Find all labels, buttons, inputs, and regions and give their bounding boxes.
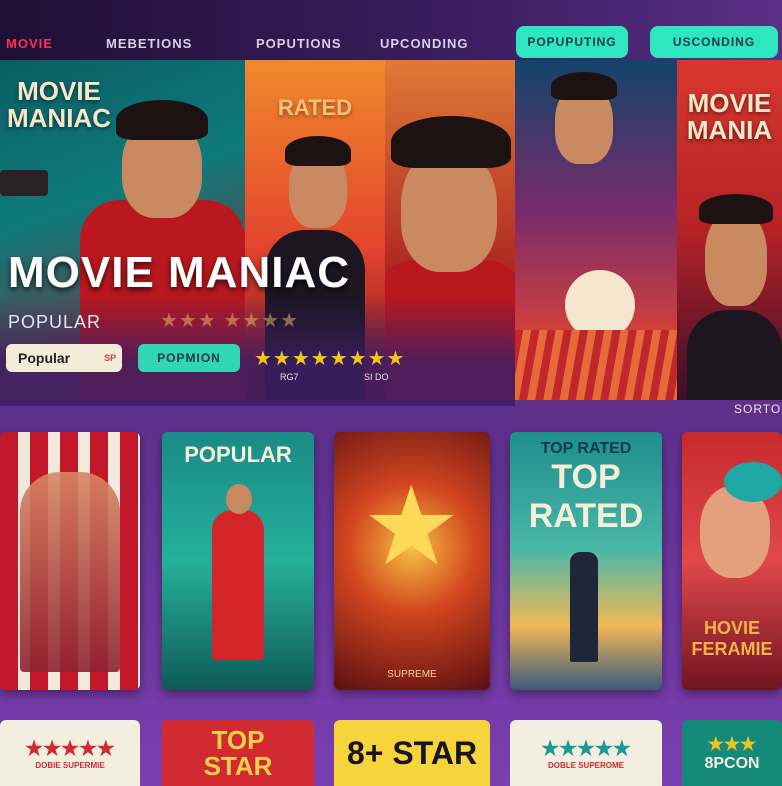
popular-button[interactable]: Popular SP — [6, 344, 122, 372]
bottom-card-3[interactable]: 8+ STAR — [334, 720, 490, 786]
hero-caption-right: SI DO — [364, 372, 389, 382]
character-face — [705, 210, 767, 306]
faint-rating-stars: ★★★ ★★★★ — [160, 310, 300, 332]
bottom-caption: DOBLE SUPEROME — [547, 761, 624, 770]
bottom-title: 8PCON — [704, 754, 760, 772]
road-rays — [515, 330, 677, 400]
popular-button-extra: SP — [104, 353, 117, 363]
hero-main-title: MOVIE MANIAC — [8, 248, 350, 297]
hero-caption-left: RG7 — [280, 372, 299, 382]
poster-face — [226, 484, 252, 514]
nav-item-poputions[interactable]: POPUTIONS — [256, 36, 342, 51]
rating-stars: ★★★ — [707, 733, 757, 754]
popmion-button[interactable]: POPMION — [138, 344, 240, 372]
nav-item-mebetions[interactable]: MEBETIONS — [106, 36, 192, 51]
character-hair — [391, 116, 511, 168]
card-subtitle: TOP RATED — [540, 440, 632, 457]
bottom-card-4[interactable]: ★★★★★ DOBLE SUPEROME — [510, 720, 662, 786]
poster-hair — [724, 462, 782, 502]
movie-card-3[interactable]: ★ SUPREME — [334, 432, 490, 690]
bottom-card-1[interactable]: ★★★★★ DOBIE SUPERMIE — [0, 720, 140, 786]
nav-item-upconding[interactable]: UPCONDING — [380, 36, 468, 51]
poster-title: RATED — [277, 95, 353, 120]
poster-title: MOVIE MANIA — [686, 88, 773, 146]
tab-popuputing[interactable]: POPUPUTING — [516, 26, 628, 58]
poster-figure — [212, 510, 264, 660]
card-caption: SUPREME — [387, 669, 437, 680]
card-title: TOP RATED — [528, 458, 644, 535]
top-navbar: MOVIE MEBETIONS POPUTIONS UPCONDING POPU… — [0, 0, 782, 60]
bottom-caption: DOBIE SUPERMIE — [35, 761, 105, 770]
bottom-card-5[interactable]: ★★★ 8PCON — [682, 720, 782, 786]
poster-figures — [20, 472, 120, 672]
character-hair — [699, 194, 773, 224]
rating-stars: ★★★★★ — [541, 738, 631, 760]
bottom-card-2[interactable]: TOP STAR — [162, 720, 314, 786]
sort-label[interactable]: SORTO — [734, 402, 781, 416]
character-hair — [285, 136, 351, 166]
character-hair — [116, 100, 208, 140]
card-title: POPULAR — [184, 442, 292, 467]
bottom-title: TOP STAR — [203, 725, 273, 781]
star-icon: ★ — [362, 465, 461, 588]
gun-icon — [0, 170, 48, 196]
rating-stars: ★★★★★★★★ — [254, 348, 406, 370]
movie-card-1[interactable] — [0, 432, 140, 690]
tab-usconding[interactable]: USCONDING — [650, 26, 778, 58]
poster-title: MOVIE MANIAC — [7, 76, 111, 134]
hero-poster-5[interactable]: MOVIE MANIA — [677, 60, 782, 400]
bottom-title: 8+ STAR — [346, 734, 478, 771]
character-figure — [687, 310, 782, 400]
movie-card-4[interactable]: TOP RATED TOP RATED — [510, 432, 662, 690]
card-title: HOVIE FERAMIE — [691, 618, 773, 659]
poster-figure — [570, 552, 598, 662]
rating-stars: ★★★★★ — [25, 738, 115, 760]
nav-brand[interactable]: MOVIE — [6, 36, 53, 51]
movie-card-5[interactable]: HOVIE FERAMIE — [682, 432, 782, 690]
character-hair — [551, 72, 617, 100]
hero-poster-4[interactable] — [515, 60, 677, 400]
popular-button-label: Popular — [18, 350, 71, 366]
movie-card-2[interactable]: POPULAR — [162, 432, 314, 690]
hero-sub-label: POPULAR — [8, 312, 102, 332]
